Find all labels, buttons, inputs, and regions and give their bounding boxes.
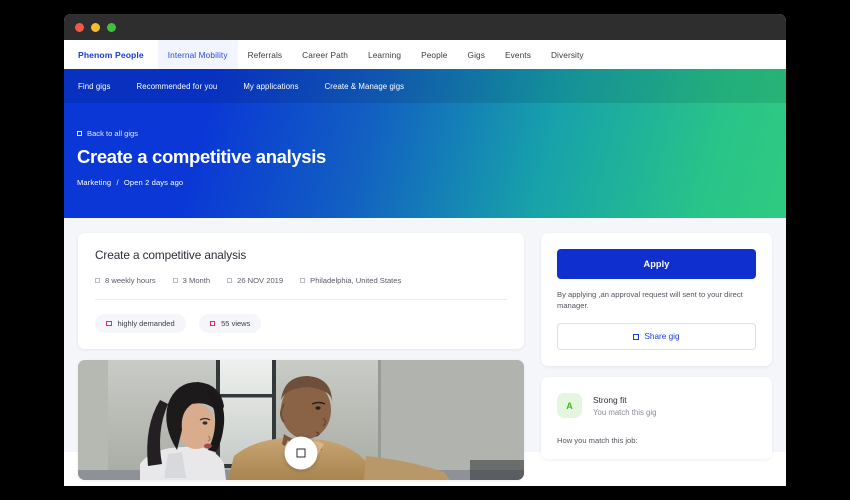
nav-label: Events [504, 49, 531, 60]
meta-date: 26 NOV 2019 [227, 276, 283, 285]
subnav-item-my-applications[interactable]: My applications [243, 82, 310, 91]
fit-footer-label: How you match this job: [557, 436, 638, 445]
meta-location: Philadelphia, United States [300, 276, 401, 285]
hero-subtitle: Marketing / Open 2 days ago [77, 178, 786, 187]
hero-content: Back to all gigs Create a competitive an… [64, 103, 786, 187]
side-column: Apply By applying ,an approval request w… [541, 233, 772, 459]
nav-label: People [421, 49, 448, 60]
date-icon [227, 278, 233, 283]
meta-separator: / [116, 177, 119, 187]
tag-views: 55 views [198, 314, 262, 333]
page-title: Create a competitive analysis [77, 146, 326, 167]
meta-label: 8 weekly hours [105, 276, 156, 285]
subnav-label: Find gigs [78, 81, 111, 91]
brand-label: Phenom People [78, 49, 144, 60]
nav-label: Referrals [247, 49, 283, 60]
maximize-window-button[interactable] [107, 22, 116, 32]
clock-icon [95, 278, 100, 283]
fit-subtitle: You match this gig [593, 407, 657, 417]
share-gig-button[interactable]: Share gig [557, 323, 756, 350]
avatar: A [557, 393, 582, 418]
nav-item-learning[interactable]: Learning [358, 40, 411, 69]
nav-item-events[interactable]: Events [495, 40, 541, 69]
fit-header: A Strong fit You match this gig [557, 393, 756, 418]
close-window-button[interactable] [75, 22, 84, 32]
chevron-left-icon [77, 131, 82, 136]
subnav-label: My applications [243, 81, 299, 91]
meta-label: 3 Month [182, 276, 211, 285]
nav-item-referrals[interactable]: Referrals [238, 40, 293, 69]
apply-button[interactable]: Apply [557, 249, 756, 279]
brand-logo[interactable]: Phenom People [78, 40, 158, 69]
back-label: Back to all gigs [87, 129, 139, 138]
fit-title: Strong fit [593, 394, 627, 405]
subnav-item-recommended[interactable]: Recommended for you [137, 82, 230, 91]
nav-label: Gigs [467, 49, 485, 60]
location-pin-icon [300, 278, 306, 283]
subnav-label: Create & Manage gigs [324, 81, 405, 91]
job-media-card [78, 360, 524, 480]
job-tag-row: highly demanded 55 views [95, 300, 507, 333]
minimize-window-button[interactable] [91, 22, 100, 32]
nav-item-career-path[interactable]: Career Path [292, 40, 358, 69]
nav-label: Learning [367, 49, 402, 60]
share-icon [633, 333, 640, 340]
primary-navigation: Phenom People Internal Mobility Referral… [64, 40, 786, 69]
job-summary-card: Create a competitive analysis 8 weekly h… [78, 233, 524, 349]
share-label: Share gig [644, 332, 680, 341]
tag-label: 55 views [221, 319, 251, 328]
nav-label: Career Path [302, 49, 348, 60]
subnav-item-create-manage-gigs[interactable]: Create & Manage gigs [325, 82, 417, 91]
nav-label: Internal Mobility [167, 49, 228, 60]
gig-category: Marketing [77, 177, 112, 187]
page-body: Create a competitive analysis 8 weekly h… [64, 218, 786, 480]
tag-label: highly demanded [117, 319, 175, 328]
job-title: Create a competitive analysis [95, 248, 247, 262]
nav-item-internal-mobility[interactable]: Internal Mobility [157, 40, 238, 69]
apply-note: By applying ,an approval request will se… [557, 290, 743, 310]
subnav-label: Recommended for you [136, 81, 218, 91]
back-to-all-gigs-link[interactable]: Back to all gigs [77, 129, 786, 138]
play-button-icon [296, 448, 306, 458]
nav-label: Diversity [550, 49, 584, 60]
meta-duration: 3 Month [172, 276, 211, 285]
meta-label: 26 NOV 2019 [237, 276, 284, 285]
fit-text: Strong fit You match this gig [593, 395, 656, 417]
job-meta-row: 8 weekly hours 3 Month 26 NOV 2019 Phila… [95, 276, 507, 300]
apply-card: Apply By applying ,an approval request w… [541, 233, 772, 366]
fire-icon [106, 320, 112, 327]
nav-item-gigs[interactable]: Gigs [458, 40, 495, 69]
subnav-item-find-gigs[interactable]: Find gigs [78, 82, 123, 91]
meta-weekly-hours: 8 weekly hours [95, 276, 156, 285]
meta-label: Philadelphia, United States [310, 276, 402, 285]
secondary-navigation: Find gigs Recommended for you My applica… [64, 69, 786, 103]
calendar-icon [172, 278, 178, 283]
nav-item-people[interactable]: People [411, 40, 457, 69]
nav-item-diversity[interactable]: Diversity [541, 40, 594, 69]
eye-icon [209, 320, 216, 327]
hero-banner: Find gigs Recommended for you My applica… [64, 69, 786, 218]
main-column: Create a competitive analysis 8 weekly h… [78, 233, 524, 480]
browser-window: Phenom People Internal Mobility Referral… [64, 14, 786, 486]
fit-score-card: A Strong fit You match this gig How you … [541, 377, 772, 459]
tag-highly-demanded: highly demanded [95, 314, 186, 333]
window-titlebar [64, 14, 786, 40]
screen: Phenom People Internal Mobility Referral… [0, 0, 850, 500]
gig-status: Open 2 days ago [123, 177, 184, 187]
video-play-button[interactable] [284, 436, 318, 470]
